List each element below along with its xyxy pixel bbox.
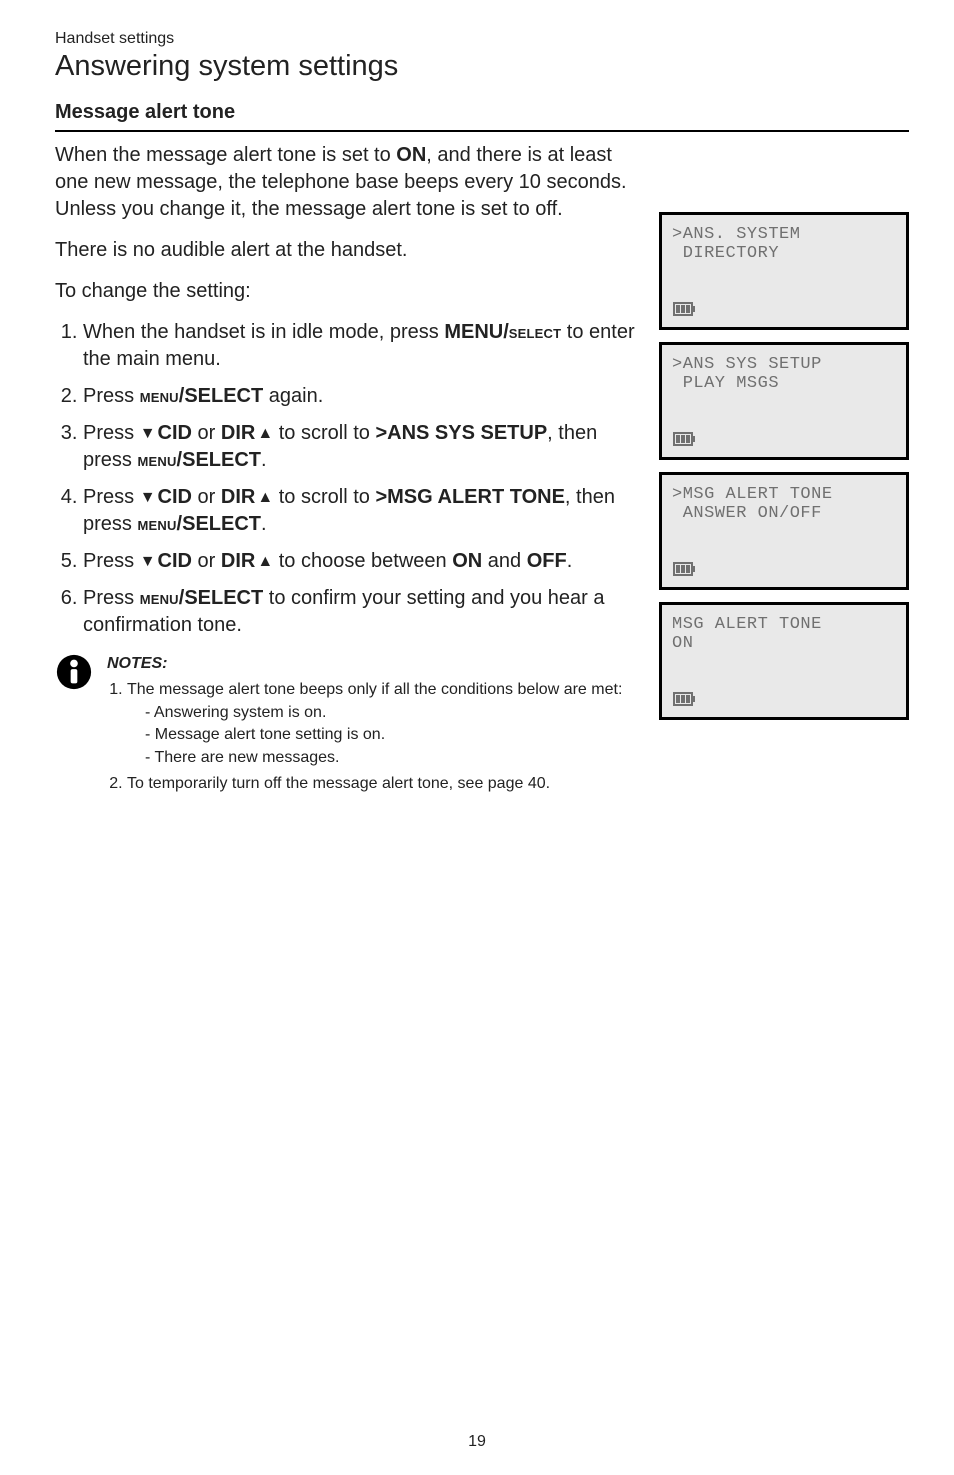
lcd-line: >ANS. SYSTEM — [672, 225, 896, 244]
step-text: Press — [83, 587, 140, 609]
step-text: to scroll to — [273, 486, 375, 508]
condition: There are new messages. — [145, 747, 637, 769]
off-label: OFF — [527, 550, 567, 572]
dir-label: DIR — [221, 486, 255, 508]
menu-small-caps: menu — [140, 587, 179, 608]
step-text: or — [192, 486, 221, 508]
step-text: or — [192, 550, 221, 572]
cid-label: CID — [158, 486, 192, 508]
step-5: Press CID or DIR to choose between ON an… — [83, 548, 637, 575]
up-arrow-icon — [255, 486, 273, 508]
select-label: /SELECT — [177, 449, 261, 471]
breadcrumb: Handset settings — [55, 30, 909, 48]
lcd-screen-3: >MSG ALERT TONE ANSWER ON/OFF — [659, 472, 909, 590]
menu-label: MENU/ — [444, 321, 508, 343]
lcd-screen-1: >ANS. SYSTEM DIRECTORY — [659, 212, 909, 330]
cid-label: CID — [158, 550, 192, 572]
step-4: Press CID or DIR to scroll to >MSG ALERT… — [83, 484, 637, 538]
to-change-paragraph: To change the setting: — [55, 278, 637, 305]
up-arrow-icon — [255, 422, 273, 444]
note-item: To temporarily turn off the message aler… — [127, 773, 637, 795]
info-icon — [55, 653, 93, 799]
page-title: Answering system settings — [55, 50, 909, 83]
step-text: When the handset is in idle mode, press — [83, 321, 444, 343]
lcd-line: MSG ALERT TONE — [672, 615, 896, 634]
cid-label: CID — [158, 422, 192, 444]
menu-small-caps: menu — [137, 449, 176, 470]
battery-icon — [672, 299, 896, 319]
dir-label: DIR — [221, 422, 255, 444]
up-arrow-icon — [255, 550, 273, 572]
on-literal: ON — [396, 144, 426, 166]
lcd-line: ANSWER ON/OFF — [672, 504, 896, 523]
intro-paragraph: When the message alert tone is set to ON… — [55, 142, 637, 223]
lcd-line: >ANS SYS SETUP — [672, 355, 896, 374]
on-label: ON — [452, 550, 482, 572]
step-3: Press CID or DIR to scroll to >ANS SYS S… — [83, 420, 637, 474]
step-2: Press menu/SELECT again. — [83, 383, 637, 410]
battery-icon — [672, 429, 896, 449]
step-text: to choose between — [273, 550, 452, 572]
menu-small-caps: menu — [140, 385, 179, 406]
step-text: Press — [83, 486, 140, 508]
select-small-caps: select — [509, 321, 561, 342]
battery-icon — [672, 559, 896, 579]
down-arrow-icon — [140, 550, 158, 572]
section-heading: Message alert tone — [55, 101, 909, 132]
step-text: . — [567, 550, 573, 572]
intro-text: When the message alert tone is set to — [55, 144, 396, 166]
select-label: /SELECT — [177, 513, 261, 535]
step-6: Press menu/SELECT to confirm your settin… — [83, 585, 637, 639]
down-arrow-icon — [140, 422, 158, 444]
dir-label: DIR — [221, 550, 255, 572]
down-arrow-icon — [140, 486, 158, 508]
step-text: Press — [83, 385, 140, 407]
lcd-line: PLAY MSGS — [672, 374, 896, 393]
lcd-line: >MSG ALERT TONE — [672, 485, 896, 504]
step-text: again. — [263, 385, 323, 407]
notes-list: The message alert tone beeps only if all… — [107, 679, 637, 795]
page-number: 19 — [0, 1433, 954, 1451]
step-text: to scroll to — [273, 422, 375, 444]
step-1: When the handset is in idle mode, press … — [83, 319, 637, 373]
steps-list: When the handset is in idle mode, press … — [55, 319, 637, 639]
battery-icon — [672, 689, 896, 709]
no-audible-paragraph: There is no audible alert at the handset… — [55, 237, 637, 264]
notes-block: NOTES: The message alert tone beeps only… — [55, 653, 637, 799]
step-text: or — [192, 422, 221, 444]
target-label: >MSG ALERT TONE — [375, 486, 564, 508]
step-text: and — [482, 550, 526, 572]
lcd-line: ON — [672, 634, 896, 653]
condition: Answering system is on. — [145, 702, 637, 724]
step-text: Press — [83, 550, 140, 572]
step-text: Press — [83, 422, 140, 444]
lcd-screen-2: >ANS SYS SETUP PLAY MSGS — [659, 342, 909, 460]
target-label: >ANS SYS SETUP — [375, 422, 547, 444]
step-text: . — [261, 513, 267, 535]
lcd-column: >ANS. SYSTEM DIRECTORY >ANS SYS SETUP PL… — [659, 142, 909, 799]
lcd-line: DIRECTORY — [672, 244, 896, 263]
lcd-screen-4: MSG ALERT TONE ON — [659, 602, 909, 720]
condition: Message alert tone setting is on. — [145, 724, 637, 746]
note-text: The message alert tone beeps only if all… — [127, 681, 622, 698]
notes-heading: NOTES: — [107, 653, 637, 675]
step-text: . — [261, 449, 267, 471]
select-label: /SELECT — [179, 587, 263, 609]
select-label: /SELECT — [179, 385, 263, 407]
note-item: The message alert tone beeps only if all… — [127, 679, 637, 769]
menu-small-caps: menu — [137, 513, 176, 534]
